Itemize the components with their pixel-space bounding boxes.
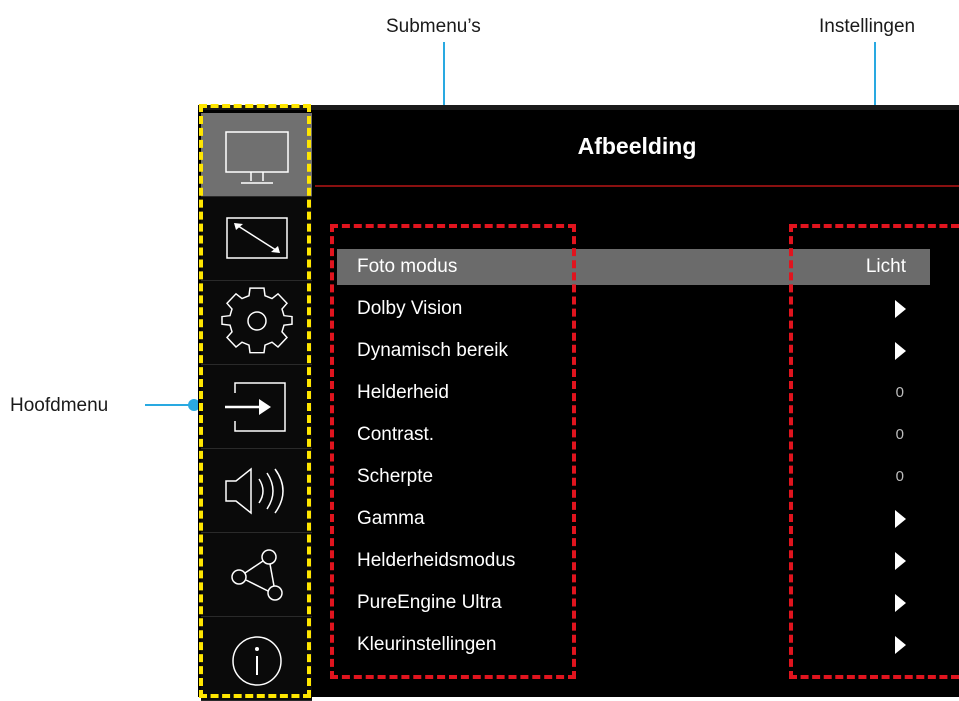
menu-row-label: Dolby Vision [357,298,463,319]
input-icon [225,382,286,432]
menu-row-label: Gamma [357,508,425,529]
sidebar-item-audio[interactable] [201,449,312,533]
menu-row-gamma[interactable]: Gamma [337,501,930,537]
submenu-arrow-icon [895,510,906,528]
menu-row-label: Scherpte [357,466,434,487]
submenu-arrow-icon [895,552,906,570]
menu-row-dolby-vision[interactable]: Dolby Vision [337,291,930,327]
menu-row-label: Contrast. [357,424,435,445]
gear-icon [221,287,293,354]
menu-row-label: Dynamisch bereik [357,340,508,361]
callout-submenus: Submenu’s [386,16,481,37]
sidebar-item-info[interactable] [201,617,312,701]
page-title: Afbeelding [577,133,697,159]
sidebar-item-display[interactable] [201,197,312,281]
callout-mainmenu: Hoofdmenu [10,395,109,416]
menu-row-contrast[interactable]: Contrast. 0 [337,417,930,453]
submenu-arrow-icon [895,342,906,360]
sidebar-item-picture[interactable] [201,113,312,197]
menu-row-label: Kleurinstellingen [357,634,497,655]
menu-row-helderheidsmodus[interactable]: Helderheidsmodus [337,543,930,579]
info-icon [232,636,282,686]
menu-row-value: 0 [895,468,904,485]
menu-row-value: Licht [865,256,906,277]
menu-row-label: Foto modus [357,256,458,277]
menu-row-value: 0 [895,426,904,443]
menu-row-label: Helderheid [357,382,449,403]
menu-row-pureengine-ultra[interactable]: PureEngine Ultra [337,585,930,621]
menu-row-value: 0 [895,384,904,401]
resize-icon [226,217,288,259]
menu-row-kleurinstellingen[interactable]: Kleurinstellingen [337,627,930,663]
menu-row-label: Helderheidsmodus [357,550,516,571]
submenu-arrow-icon [895,594,906,612]
submenu-arrow-icon [895,300,906,318]
monitor-icon [225,131,289,184]
title-divider [315,185,959,187]
sidebar-item-input[interactable] [201,365,312,449]
callout-settings: Instellingen [819,16,916,37]
menu-row-label: PureEngine Ultra [357,592,502,613]
speaker-icon [225,467,284,515]
submenu-arrow-icon [895,636,906,654]
sidebar-item-network[interactable] [201,533,312,617]
sidebar-item-setup[interactable] [201,281,312,365]
menu-row-foto-modus[interactable]: Foto modus Licht [337,249,930,285]
menu-row-helderheid[interactable]: Helderheid 0 [337,375,930,411]
menu-row-scherpte[interactable]: Scherpte 0 [337,459,930,495]
network-icon [231,549,283,601]
menu-row-dynamisch-bereik[interactable]: Dynamisch bereik [337,333,930,369]
main-menu-sidebar [198,105,315,701]
